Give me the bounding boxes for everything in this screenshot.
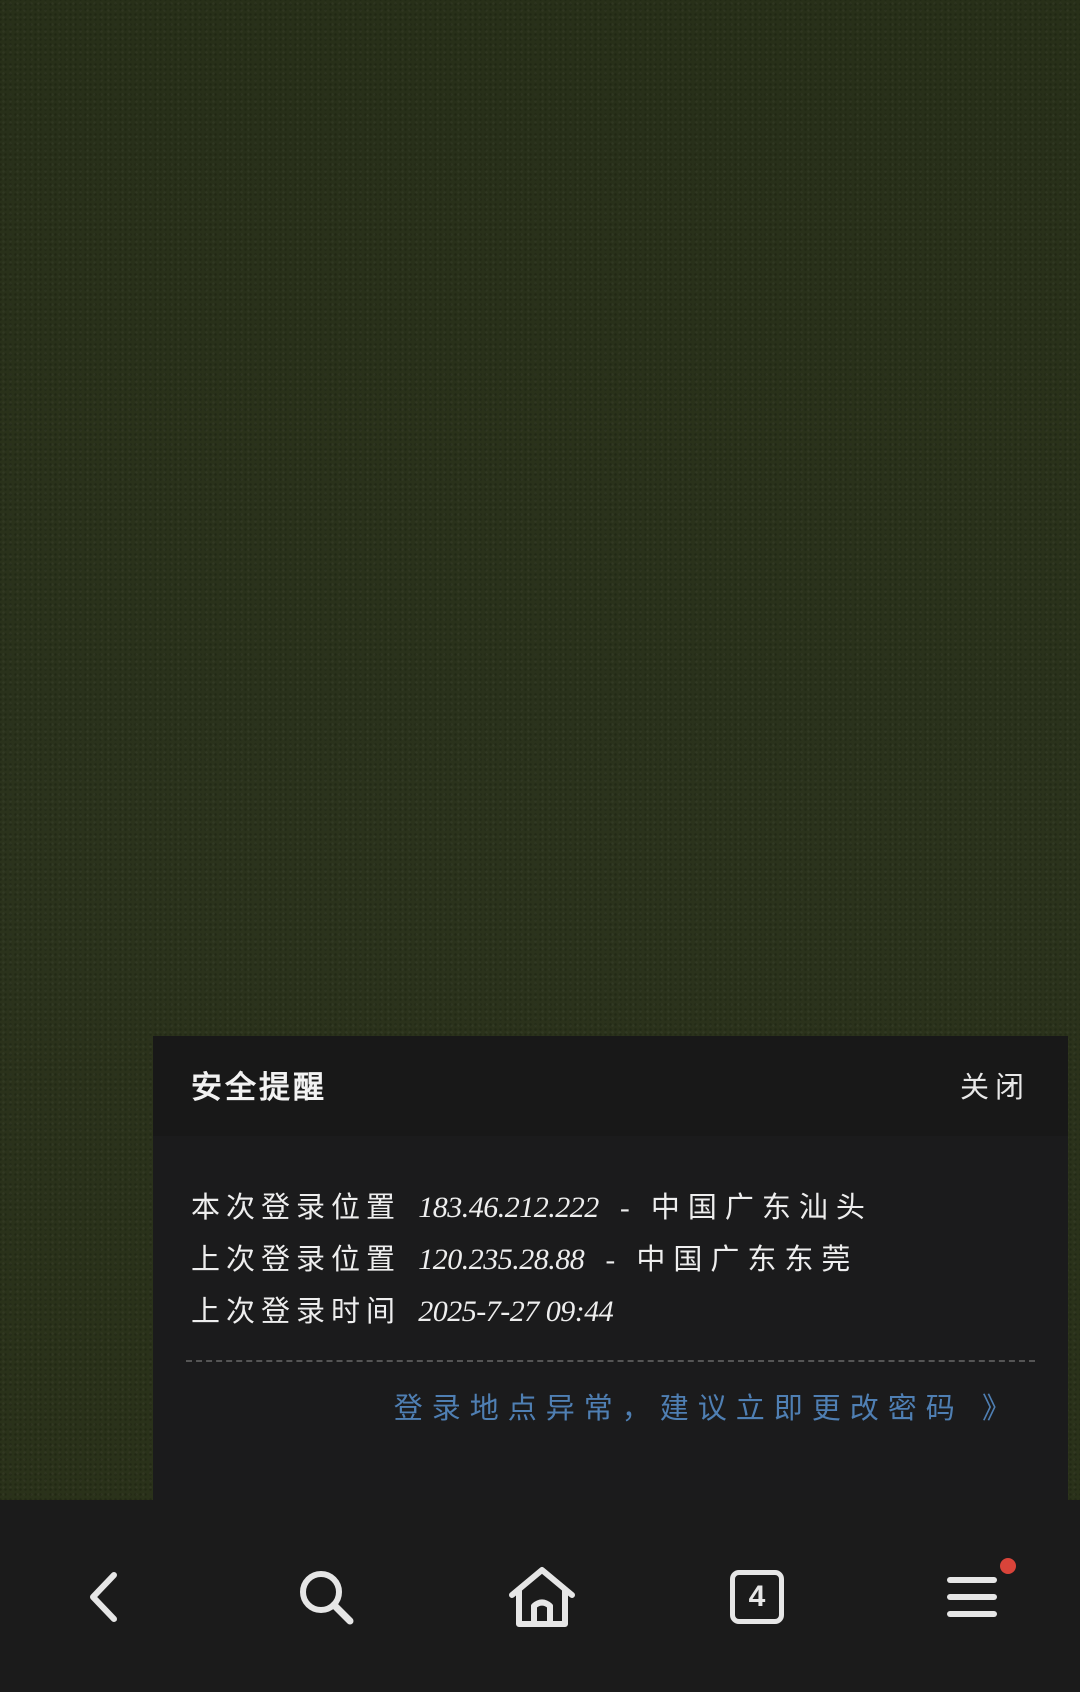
separator: - bbox=[605, 1244, 616, 1276]
last-login-region: 中国广东东莞 bbox=[636, 1242, 859, 1276]
notice-header: 安全提醒 关闭 bbox=[153, 1036, 1068, 1136]
last-login-time-label: 上次登录时间 bbox=[191, 1294, 402, 1328]
current-login-ip: 183.46.212.222 bbox=[418, 1191, 599, 1224]
last-login-location-label: 上次登录位置 bbox=[191, 1242, 402, 1276]
search-button[interactable] bbox=[276, 1542, 376, 1652]
back-button[interactable] bbox=[56, 1542, 156, 1652]
home-button[interactable] bbox=[492, 1542, 592, 1652]
menu-button[interactable] bbox=[922, 1542, 1022, 1652]
current-login-location-line: 本次登录位置 183.46.212.222 - 中国广东汕头 bbox=[191, 1181, 1031, 1233]
browser-bottom-toolbar: 4 bbox=[0, 1500, 1080, 1692]
current-login-location-label: 本次登录位置 bbox=[191, 1190, 402, 1224]
menu-icon bbox=[947, 1577, 997, 1617]
current-login-region: 中国广东汕头 bbox=[650, 1190, 873, 1224]
last-login-time-line: 上次登录时间 2025-7-27 09:44 bbox=[191, 1285, 1031, 1337]
tabs-button[interactable]: 4 bbox=[707, 1542, 807, 1652]
tabs-icon: 4 bbox=[730, 1570, 784, 1624]
last-login-location-line: 上次登录位置 120.235.28.88 - 中国广东东莞 bbox=[191, 1233, 1031, 1285]
dashed-divider bbox=[186, 1360, 1035, 1362]
close-button[interactable]: 关闭 bbox=[960, 1064, 1030, 1106]
change-password-link[interactable]: 登录地点异常，建议立即更改密码 》 bbox=[394, 1385, 1020, 1427]
notification-dot bbox=[1000, 1558, 1016, 1574]
last-login-time: 2025-7-27 09:44 bbox=[418, 1295, 614, 1328]
separator: - bbox=[619, 1192, 630, 1224]
search-icon bbox=[300, 1571, 354, 1625]
home-icon bbox=[509, 1567, 575, 1627]
security-notice-panel: 安全提醒 关闭 本次登录位置 183.46.212.222 - 中国广东汕头 上… bbox=[153, 1036, 1068, 1500]
notice-body: 本次登录位置 183.46.212.222 - 中国广东汕头 上次登录位置 12… bbox=[191, 1181, 1031, 1337]
last-login-ip: 120.235.28.88 bbox=[418, 1243, 585, 1276]
tab-count: 4 bbox=[748, 1580, 766, 1613]
back-icon bbox=[90, 1572, 117, 1622]
notice-title: 安全提醒 bbox=[191, 1070, 327, 1106]
